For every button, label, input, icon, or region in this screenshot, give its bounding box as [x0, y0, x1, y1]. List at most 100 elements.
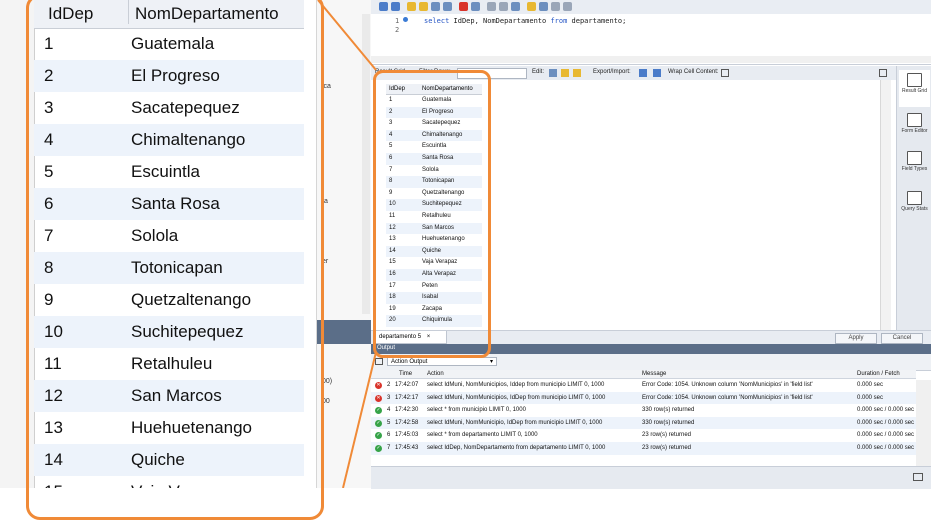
panel-divider — [317, 320, 371, 344]
edit-label: Edit: — [532, 69, 545, 75]
panel-toggle-icon[interactable] — [913, 473, 923, 481]
header-duration: Duration / Fetch — [857, 371, 900, 377]
autocommit-icon[interactable] — [511, 2, 520, 11]
row-number: 4 — [387, 407, 391, 414]
row-duration: 0.000 sec — [857, 394, 884, 401]
row-action: select IdDep, NomDepartamento from depar… — [427, 445, 606, 451]
line-number: 2 — [395, 26, 400, 34]
action-output-select[interactable]: Action Output ▾ — [387, 357, 497, 366]
edit-row-icon[interactable] — [549, 69, 557, 77]
wrap-icon[interactable] — [563, 2, 572, 11]
row-number: 7 — [387, 445, 391, 451]
toggle-continue-icon[interactable] — [459, 2, 468, 11]
output-row[interactable]: ✓ 7 17:45:43 select IdDep, NomDepartamento … — [371, 442, 916, 455]
output-row[interactable]: ✓ 4 17:42:30 select * from municipio LIMIT … — [371, 404, 916, 417]
result-grid-button[interactable]: Result Grid — [899, 70, 930, 107]
row-action: select * from municipio LIMIT 0, 1000 — [427, 407, 526, 414]
grid-icon — [907, 73, 922, 87]
query-stats-button[interactable]: Query Stats — [899, 188, 930, 225]
row-duration: 0.000 sec / 0.000 sec — [857, 445, 915, 451]
button-label: Result Grid — [901, 88, 927, 94]
output-row[interactable]: ✓ 6 17:45:03 select * from departamento LIM… — [371, 429, 916, 442]
form-editor-button[interactable]: Form Editor — [899, 110, 930, 147]
error-icon: ✕ — [375, 394, 382, 402]
invisible-chars-icon[interactable] — [551, 2, 560, 11]
row-time: 17:42:58 — [395, 419, 419, 426]
save-icon[interactable] — [391, 2, 400, 11]
sql-table: departamento; — [567, 17, 627, 25]
chevron-down-icon: ▾ — [489, 359, 493, 365]
output-row[interactable]: ✕ 3 17:42:17 select IdMuni, NomMunicipios, … — [371, 391, 916, 405]
success-icon: ✓ — [375, 432, 382, 440]
delete-row-icon[interactable] — [573, 69, 581, 77]
row-message: Error Code: 1054. Unknown column 'NomMun… — [642, 394, 813, 401]
button-label: Form Editor — [901, 128, 928, 134]
row-message: 23 row(s) returned — [642, 445, 692, 451]
wrap-cell-label: Wrap Cell Content: — [668, 69, 719, 75]
row-number: 5 — [387, 419, 391, 426]
open-file-icon[interactable] — [379, 2, 388, 11]
row-number: 6 — [387, 432, 391, 439]
navigator-panel-edge: ica a er 00) 00 — [316, 0, 371, 488]
row-time: 17:45:43 — [395, 445, 419, 451]
header-action: Action — [427, 371, 444, 377]
field-types-button[interactable]: Field Types — [899, 148, 930, 185]
wrap-cell-icon[interactable] — [721, 69, 729, 77]
sql-statement[interactable]: select IdDep, NomDepartamento from depar… — [424, 17, 626, 25]
row-duration: 0.000 sec / 0.000 sec — [857, 407, 915, 414]
scrollbar[interactable] — [362, 14, 370, 314]
line-number: 1 — [395, 17, 400, 25]
toggle-panel-icon[interactable] — [879, 69, 887, 77]
field-types-icon — [907, 151, 922, 165]
stop-icon[interactable] — [443, 2, 452, 11]
output-row[interactable]: ✕ 2 17:42:07 select IdMuni, NomMunicipios, … — [371, 379, 916, 392]
output-row[interactable]: ✓ 5 17:42:58 select IdMuni, NomMunicipio, I… — [371, 416, 916, 430]
sql-columns: IdDep, NomDepartamento — [449, 17, 551, 25]
import-icon[interactable] — [653, 69, 661, 77]
row-message: 23 row(s) returned — [642, 432, 692, 439]
zoom-highlight-frame — [26, 0, 324, 520]
rollback-icon[interactable] — [499, 2, 508, 11]
status-bar — [371, 466, 931, 489]
export-icon[interactable] — [639, 69, 647, 77]
success-icon: ✓ — [375, 407, 382, 415]
beautify-icon[interactable] — [527, 2, 536, 11]
find-icon[interactable] — [539, 2, 548, 11]
result-grid-scrollbar[interactable] — [880, 80, 891, 330]
commit-icon[interactable] — [487, 2, 496, 11]
row-time: 17:45:03 — [395, 432, 419, 439]
explain-icon[interactable] — [431, 2, 440, 11]
stats-icon — [907, 191, 922, 205]
horizontal-scrollbar[interactable] — [371, 56, 931, 63]
row-action: select * from departamento LIMIT 0, 1000 — [427, 432, 538, 439]
toggle-grid-icon[interactable] — [471, 2, 480, 11]
insert-row-icon[interactable] — [561, 69, 569, 77]
header-message: Message — [642, 371, 667, 377]
row-number: 3 — [387, 394, 391, 401]
row-action: select IdMuni, NomMunicipios, Iddep from… — [427, 382, 605, 388]
mid-text: a — [324, 198, 328, 205]
execute-icon[interactable] — [407, 2, 416, 11]
output-grid: Time Action Message Duration / Fetch ✕ 2 1… — [371, 370, 916, 466]
row-duration: 0.000 sec / 0.000 sec — [857, 432, 915, 439]
sql-editor-toolbar — [371, 0, 931, 15]
output-scrollbar[interactable] — [916, 380, 931, 466]
row-message: Error Code: 1054. Unknown column 'NomMun… — [642, 382, 813, 388]
execute-current-icon[interactable] — [419, 2, 428, 11]
sql-keyword: select — [424, 17, 450, 25]
row-time: 17:42:17 — [395, 394, 419, 401]
sql-editor[interactable]: 1 2 select IdDep, NomDepartamento from d… — [371, 14, 931, 65]
cancel-button[interactable]: Cancel — [881, 333, 923, 344]
row-action: select IdMuni, NomMunicipio, IdDep from … — [427, 419, 603, 426]
header-time: Time — [399, 371, 413, 377]
select-value: Action Output — [391, 359, 428, 365]
export-import-label: Export/Import: — [593, 69, 631, 75]
form-icon — [907, 113, 922, 127]
row-message: 330 row(s) returned — [642, 419, 695, 426]
row-duration: 0.000 sec — [857, 382, 884, 388]
sql-keyword: from — [550, 17, 568, 25]
result-side-panel: Result Grid Form Editor Field Types Quer… — [896, 66, 931, 344]
apply-button[interactable]: Apply — [835, 333, 877, 344]
error-icon: ✕ — [375, 382, 382, 389]
output-copy-icon[interactable] — [375, 358, 383, 365]
